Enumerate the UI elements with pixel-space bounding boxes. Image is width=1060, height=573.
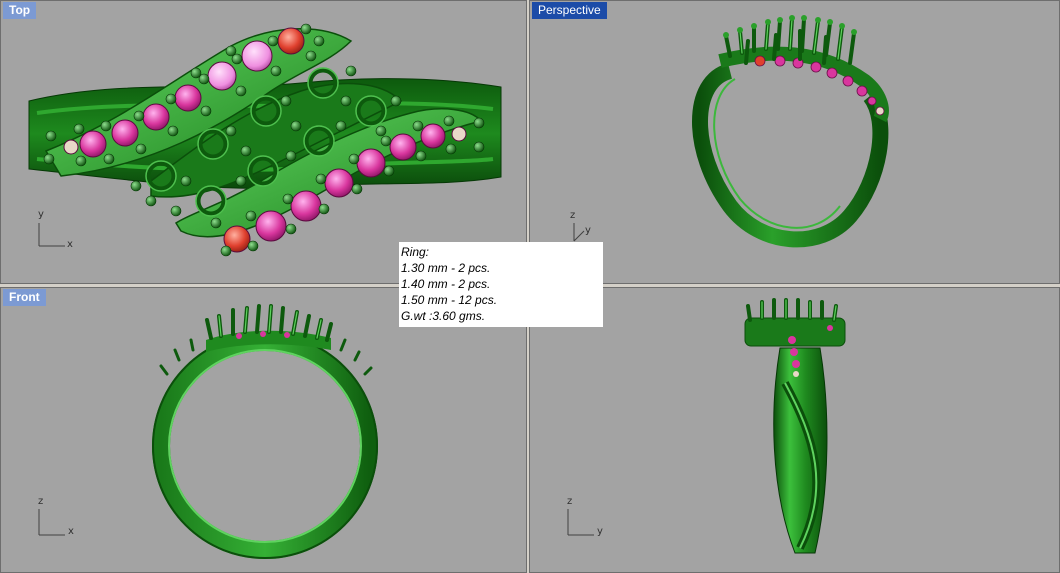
front-axis-x-label: x	[68, 526, 74, 537]
perspective-viewport[interactable]: Perspective y z	[529, 0, 1060, 284]
right-axis-z-label: z	[567, 496, 573, 507]
note-stone-size-2: 1.40 mm - 2 pcs.	[401, 277, 491, 291]
ring-perspective-view	[692, 15, 889, 248]
ring-side-view	[744, 298, 846, 554]
right-viewport[interactable]: y z	[529, 287, 1060, 573]
note-gold-weight: G.wt :3.60 gms.	[401, 309, 486, 323]
note-stone-size-1: 1.30 mm - 2 pcs.	[401, 261, 491, 275]
ring-spec-note: Ring: 1.30 mm - 2 pcs. 1.40 mm - 2 pcs. …	[399, 242, 603, 327]
right-axis-y-label: y	[597, 526, 603, 537]
perspective-viewport-title[interactable]: Perspective	[532, 2, 607, 19]
front-axis-z-label: z	[38, 496, 44, 507]
ring-front-view	[152, 304, 378, 559]
top-axis-x-label: x	[67, 239, 73, 250]
front-viewport[interactable]: Front x z	[0, 287, 527, 573]
top-viewport-title[interactable]: Top	[3, 2, 37, 19]
note-stone-size-3: 1.50 mm - 12 pcs.	[401, 293, 498, 307]
note-title: Ring:	[401, 245, 430, 259]
perspective-axis-y-label: y	[585, 225, 591, 236]
perspective-axis-z-label: z	[570, 210, 576, 221]
front-viewport-title[interactable]: Front	[3, 289, 46, 306]
top-axis-y-label: y	[38, 209, 44, 220]
